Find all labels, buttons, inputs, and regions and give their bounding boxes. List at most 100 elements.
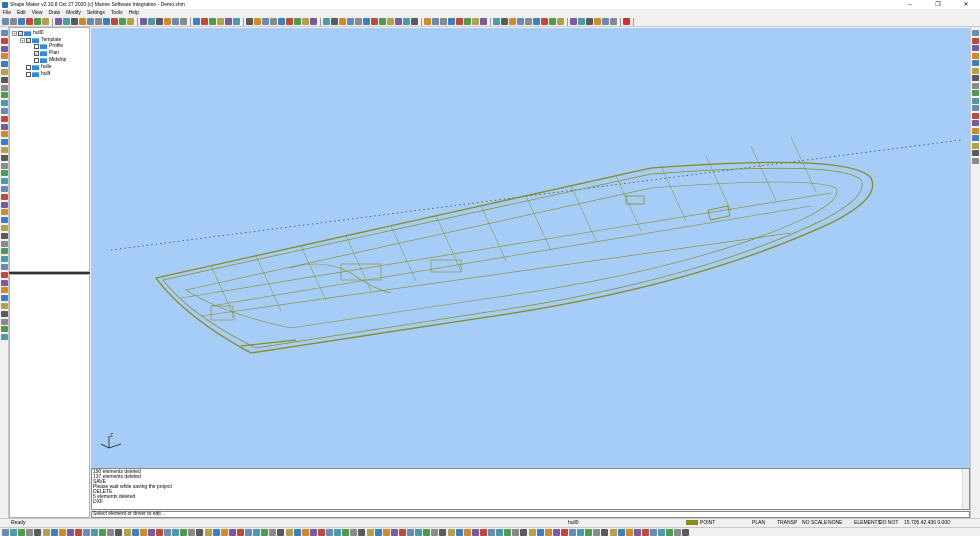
- bottom-tool-icon[interactable]: [66, 529, 74, 536]
- tree-item-profile[interactable]: Profile: [34, 43, 63, 49]
- toolbar-tool-icon[interactable]: [310, 18, 317, 25]
- bottom-tool-icon[interactable]: [131, 529, 139, 536]
- tool-icon[interactable]: [1, 61, 8, 68]
- bottom-tool-icon[interactable]: [58, 529, 66, 536]
- toolbar-tool-icon[interactable]: [209, 18, 216, 25]
- tool-icon[interactable]: [1, 240, 8, 247]
- bottom-tool-icon[interactable]: [633, 529, 641, 536]
- tool-icon[interactable]: [1, 84, 8, 91]
- bottom-tool-icon[interactable]: [83, 529, 90, 536]
- toolbar-tool-icon[interactable]: [570, 18, 577, 25]
- tool-icon[interactable]: [1, 256, 8, 263]
- status-view[interactable]: PLAN: [752, 520, 765, 526]
- tool-icon[interactable]: [1, 178, 8, 185]
- menu-settings[interactable]: Settings: [84, 10, 108, 16]
- bottom-tool-icon[interactable]: [301, 529, 309, 536]
- tool-icon[interactable]: [1, 147, 8, 153]
- tool-icon[interactable]: [1, 53, 8, 60]
- toolbar-tool-icon[interactable]: [119, 18, 126, 25]
- tool-icon[interactable]: [972, 157, 979, 164]
- bottom-tool-icon[interactable]: [220, 529, 228, 536]
- checkbox-icon[interactable]: [26, 64, 31, 70]
- tree-item-midship[interactable]: Midship: [34, 57, 66, 63]
- color-swatch[interactable]: [686, 520, 698, 525]
- toolbar-tool-icon[interactable]: [270, 18, 277, 25]
- bottom-tool-icon[interactable]: [269, 529, 277, 536]
- toolbar-tool-icon[interactable]: [294, 18, 301, 25]
- tool-icon[interactable]: [1, 76, 8, 83]
- bottom-tool-icon[interactable]: [666, 529, 674, 536]
- checkbox-icon[interactable]: [26, 71, 31, 77]
- toolbar-tool-icon[interactable]: [371, 18, 378, 25]
- toolbar-tool-icon[interactable]: [578, 18, 585, 25]
- toolbar-tool-icon[interactable]: [411, 18, 418, 25]
- bottom-tool-icon[interactable]: [536, 529, 544, 536]
- tool-icon[interactable]: [972, 150, 979, 156]
- toolbar-tool-icon[interactable]: [331, 18, 338, 25]
- toolbar-tool-icon[interactable]: [79, 18, 86, 25]
- bottom-tool-icon[interactable]: [26, 529, 34, 536]
- tool-icon[interactable]: [972, 45, 979, 51]
- minimize-button[interactable]: –: [896, 0, 924, 9]
- command-prompt[interactable]: Select element or driver to edit ..: [91, 511, 970, 518]
- tool-icon[interactable]: [972, 52, 979, 59]
- toolbar-tool-icon[interactable]: [246, 18, 253, 25]
- bottom-tool-icon[interactable]: [18, 529, 26, 536]
- bottom-tool-icon[interactable]: [2, 529, 9, 536]
- toolbar-tool-icon[interactable]: [302, 18, 309, 25]
- bottom-tool-icon[interactable]: [650, 529, 657, 536]
- toolbar-tool-icon[interactable]: [525, 18, 532, 25]
- bottom-tool-icon[interactable]: [390, 529, 398, 536]
- menu-view[interactable]: View: [29, 10, 46, 16]
- bottom-tool-icon[interactable]: [520, 529, 528, 536]
- bottom-tool-icon[interactable]: [334, 529, 342, 536]
- toolbar-tool-icon[interactable]: [63, 18, 70, 25]
- bottom-tool-icon[interactable]: [172, 529, 180, 536]
- bottom-tool-icon[interactable]: [471, 529, 479, 536]
- bottom-tool-icon[interactable]: [625, 529, 633, 536]
- tool-icon[interactable]: [1, 170, 8, 177]
- tool-icon[interactable]: [1, 92, 8, 99]
- drawing-viewport[interactable]: Z: [91, 28, 970, 468]
- tool-icon[interactable]: [1, 279, 8, 286]
- tool-icon[interactable]: [1, 264, 8, 270]
- tool-icon[interactable]: [1, 123, 8, 130]
- toolbar-tool-icon[interactable]: [387, 18, 394, 25]
- tree-item-hullf[interactable]: hullf: [26, 71, 50, 77]
- toolbar-tool-icon[interactable]: [254, 18, 261, 25]
- tree-item-plan[interactable]: ✓ Plan: [34, 50, 59, 56]
- tool-icon[interactable]: [1, 318, 8, 325]
- toolbar-tool-icon[interactable]: [347, 18, 354, 25]
- toolbar-tool-icon[interactable]: [10, 18, 17, 25]
- bottom-tool-icon[interactable]: [155, 529, 163, 536]
- toolbar-tool-icon[interactable]: [339, 18, 346, 25]
- toolbar-tool-icon[interactable]: [472, 18, 479, 25]
- bottom-tool-icon[interactable]: [488, 529, 495, 536]
- tool-icon[interactable]: [972, 30, 979, 36]
- tool-icon[interactable]: [1, 217, 8, 224]
- bottom-tool-icon[interactable]: [617, 529, 625, 536]
- tool-icon[interactable]: [1, 334, 8, 341]
- tool-icon[interactable]: [1, 232, 8, 239]
- bottom-tool-icon[interactable]: [317, 529, 325, 536]
- bottom-tool-icon[interactable]: [682, 529, 690, 536]
- bottom-tool-icon[interactable]: [350, 529, 358, 536]
- toolbar-tool-icon[interactable]: [509, 18, 516, 25]
- tool-icon[interactable]: [972, 97, 979, 104]
- toolbar-tool-icon[interactable]: [456, 18, 463, 25]
- menu-edit[interactable]: Edit: [14, 10, 29, 16]
- bottom-tool-icon[interactable]: [309, 529, 317, 536]
- menu-modify[interactable]: Modify: [63, 10, 84, 16]
- tree-item-hulle[interactable]: hulle: [26, 64, 52, 70]
- bottom-tool-icon[interactable]: [253, 529, 261, 536]
- bottom-tool-icon[interactable]: [382, 529, 390, 536]
- bottom-tool-icon[interactable]: [366, 529, 374, 536]
- tool-icon[interactable]: [1, 310, 8, 317]
- tool-icon[interactable]: [972, 90, 979, 96]
- bottom-tool-icon[interactable]: [139, 529, 147, 536]
- console-scrollbar[interactable]: [962, 469, 969, 509]
- toolbar-tool-icon[interactable]: [424, 18, 431, 25]
- tool-icon[interactable]: [1, 303, 8, 309]
- toolbar-tool-icon[interactable]: [586, 18, 593, 25]
- tool-icon[interactable]: [972, 112, 979, 119]
